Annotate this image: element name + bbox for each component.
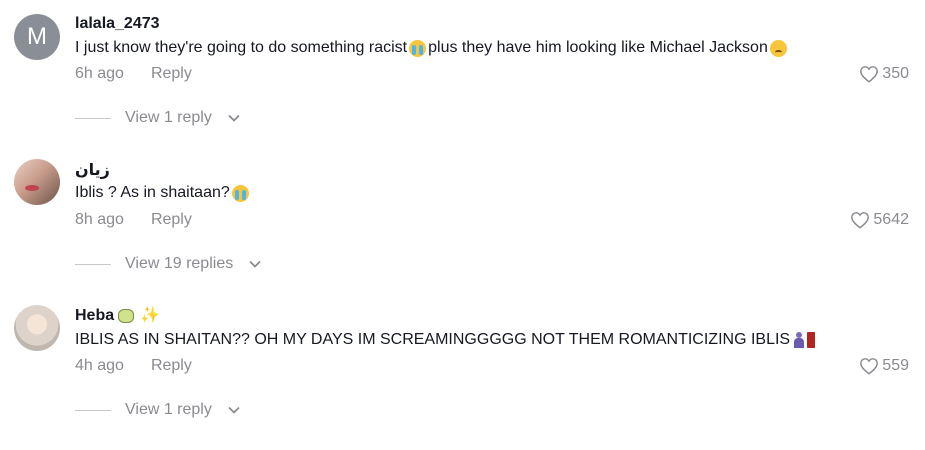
crying-face-icon (409, 39, 427, 57)
view-replies-button[interactable]: View 19 replies (75, 255, 261, 273)
like-button[interactable]: 5642 (850, 211, 909, 229)
comment-text: Iblis ? As in shaitaan? (75, 184, 251, 202)
sparkles-icon: ✨ (140, 307, 161, 324)
username[interactable]: Heba ✨ (75, 307, 162, 325)
chevron-down-icon (249, 260, 261, 268)
chevron-down-icon (228, 114, 240, 122)
divider (75, 263, 111, 265)
view-replies-label: View 19 replies (125, 255, 234, 272)
green-emoji-icon (118, 309, 135, 323)
like-count: 559 (882, 357, 909, 374)
person-emoji-icon (794, 332, 805, 348)
username-text: lalala_2473 (75, 15, 160, 32)
like-count: 350 (882, 65, 909, 82)
crying-face-icon (231, 184, 249, 202)
sad-face-icon (769, 39, 787, 57)
timestamp: 8h ago (75, 211, 124, 228)
avatar[interactable] (14, 159, 60, 205)
like-button[interactable]: 350 (859, 65, 909, 83)
heart-outline-icon (860, 66, 879, 83)
avatar[interactable]: M (14, 14, 60, 60)
chevron-down-icon (228, 406, 240, 414)
comment-item: زيان Iblis ? As in shaitaan? 8h ago Repl… (0, 145, 925, 285)
reply-button[interactable]: Reply (151, 357, 192, 375)
comment-text: I just know they're going to do somethin… (75, 39, 789, 57)
reply-button[interactable]: Reply (151, 211, 192, 229)
like-count: 5642 (873, 211, 909, 228)
comment-item: M lalala_2473 I just know they're going … (0, 0, 925, 140)
divider (75, 409, 111, 411)
comment-text-part: IBLIS AS IN SHAITAN?? OH MY DAYS IM SCRE… (75, 331, 791, 348)
comment-meta: 8h ago Reply (75, 211, 192, 229)
view-replies-button[interactable]: View 1 reply (75, 401, 240, 419)
comment-meta: 6h ago Reply (75, 65, 192, 83)
heart-outline-icon (860, 358, 879, 375)
username[interactable]: زيان (75, 160, 110, 180)
comment-text-part: plus they have him looking like Michael … (428, 39, 768, 56)
username-text: زيان (75, 162, 110, 179)
avatar[interactable] (14, 305, 60, 351)
avatar-letter: M (27, 23, 47, 50)
username[interactable]: lalala_2473 (75, 15, 160, 33)
heart-outline-icon (851, 212, 870, 229)
comment-meta: 4h ago Reply (75, 357, 192, 375)
comment-item: Heba ✨ IBLIS AS IN SHAITAN?? OH MY DAYS … (0, 291, 925, 431)
reply-button[interactable]: Reply (151, 65, 192, 83)
view-replies-label: View 1 reply (125, 109, 212, 126)
divider (75, 117, 111, 119)
username-text: Heba (75, 307, 115, 324)
timestamp: 6h ago (75, 65, 124, 82)
view-replies-button[interactable]: View 1 reply (75, 109, 240, 127)
view-replies-label: View 1 reply (125, 401, 212, 418)
red-book-icon (807, 332, 816, 348)
like-button[interactable]: 559 (859, 357, 909, 375)
comment-text-part: Iblis ? As in shaitaan? (75, 184, 230, 201)
avatar-image (25, 185, 39, 191)
comment-text: IBLIS AS IN SHAITAN?? OH MY DAYS IM SCRE… (75, 331, 817, 349)
comment-text-part: I just know they're going to do somethin… (75, 39, 408, 56)
timestamp: 4h ago (75, 357, 124, 374)
